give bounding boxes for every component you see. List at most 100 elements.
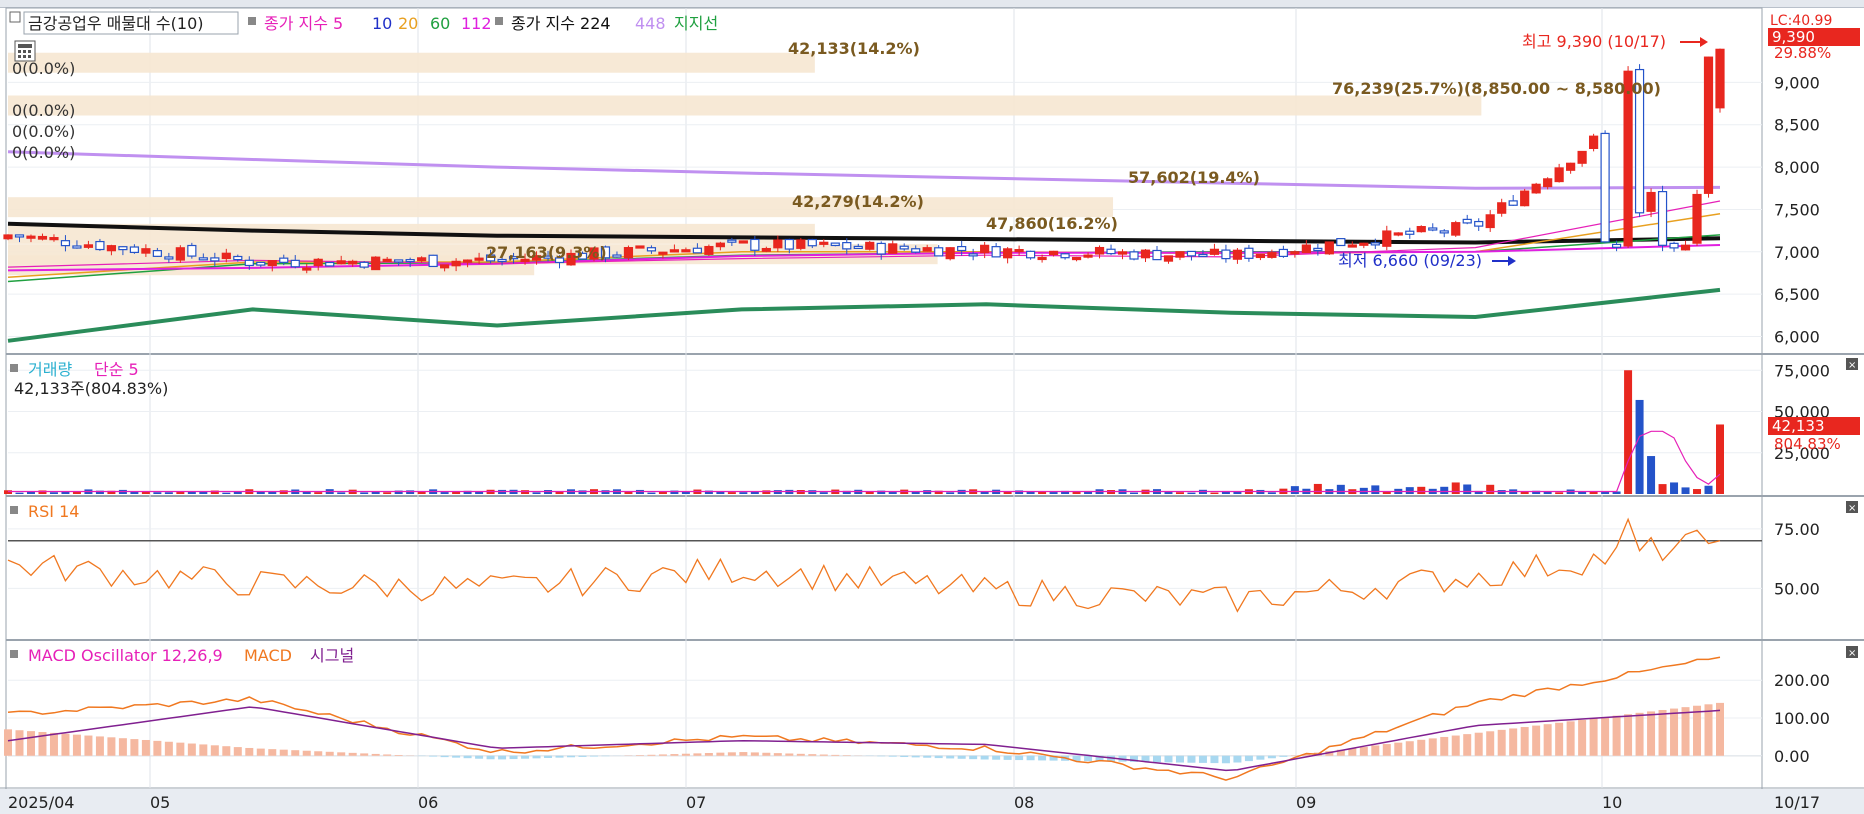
volume-bar — [1647, 456, 1656, 494]
candle-body — [371, 256, 381, 271]
macd-osc-bar — [888, 755, 897, 757]
macd-osc-bar — [1233, 755, 1242, 763]
candle-body — [635, 245, 645, 249]
legend-ma224[interactable]: 종가 지수 224 — [511, 14, 611, 33]
macd-osc-legend[interactable]: MACD Oscillator 12,26,9 — [28, 646, 223, 665]
candle-body — [440, 264, 450, 269]
macd-osc-bar — [1152, 755, 1161, 763]
macd-osc-bar — [681, 753, 690, 756]
macd-osc-bar — [1658, 709, 1667, 756]
legend-ma448[interactable]: 448 — [635, 14, 666, 33]
price-tick-label: 8,000 — [1774, 158, 1820, 177]
candle-body — [692, 247, 702, 254]
volume-bar — [1578, 491, 1587, 494]
volume-bar — [383, 492, 392, 494]
legend-bullet-icon — [10, 506, 18, 514]
candle-body — [1543, 178, 1553, 188]
macd-osc-bar — [440, 755, 449, 758]
macd-osc-bar — [118, 738, 127, 756]
candle-body — [37, 235, 48, 240]
macd-osc-bar — [1647, 711, 1656, 756]
candle-body — [1393, 232, 1403, 236]
volume-bar — [176, 492, 185, 494]
legend-ma20[interactable]: 20 — [398, 14, 418, 33]
legend-ma5[interactable]: 종가 지수 5 — [264, 14, 343, 33]
legend-ma10[interactable]: 10 — [372, 14, 392, 33]
macd-legend[interactable]: MACD — [244, 646, 292, 665]
candle-body — [761, 247, 771, 252]
candle-body — [175, 247, 185, 261]
macd-osc-bar — [429, 755, 438, 757]
rsi-legend[interactable]: RSI 14 — [28, 502, 79, 521]
candle-body — [1428, 227, 1438, 231]
close-panel-icon[interactable]: × — [1846, 646, 1858, 659]
candle-body — [658, 251, 668, 255]
candle-body — [612, 254, 622, 258]
macd-osc-bar — [589, 755, 598, 757]
candle-body — [945, 247, 955, 260]
macd-osc-bar — [84, 735, 93, 756]
candle-body — [646, 247, 657, 252]
macd-osc-bar — [463, 755, 472, 759]
chart-title[interactable]: 금강공업우 매물대 수(10) — [28, 14, 204, 33]
calculator-icon[interactable] — [14, 40, 36, 62]
macd-osc-bar — [1635, 712, 1644, 756]
macd-osc-bar — [1463, 734, 1472, 756]
macd-osc-bar — [544, 755, 553, 758]
candle-body — [957, 245, 967, 252]
macd-osc-bar — [716, 752, 725, 756]
macd-osc-bar — [693, 753, 702, 756]
candle-body — [991, 246, 1001, 258]
macd-osc-bar — [796, 753, 805, 756]
candle-body — [922, 247, 932, 252]
candle-body — [1416, 226, 1426, 233]
candle-body — [141, 248, 151, 254]
legend-toggle-icon[interactable] — [9, 11, 21, 23]
candle-body — [980, 244, 990, 254]
rsi-tick-label: 75.00 — [1774, 520, 1820, 539]
candle-body — [623, 247, 634, 259]
legend-support[interactable]: 지지선 — [674, 14, 718, 33]
macd-osc-bar — [1693, 705, 1702, 756]
candle-body — [1129, 251, 1139, 260]
candle-body — [187, 244, 197, 257]
date-axis-bg — [0, 789, 1864, 814]
macd-osc-bar — [1382, 744, 1391, 756]
candle-body — [1094, 246, 1105, 255]
macd-osc-bar — [1394, 742, 1403, 756]
volume-bar — [1463, 484, 1472, 494]
candle-body — [669, 249, 680, 253]
volume-bar — [624, 492, 633, 494]
candle-body — [1405, 230, 1415, 235]
rsi-tick-label: 50.00 — [1774, 579, 1820, 598]
candle-body — [1221, 249, 1231, 260]
volume-tick-label: 75,000 — [1774, 361, 1830, 380]
volume-bar — [647, 492, 656, 494]
candle-body — [1577, 150, 1587, 164]
volume-bar — [762, 490, 771, 494]
macd-osc-bar — [1624, 714, 1633, 756]
signal-legend[interactable]: 시그널 — [310, 646, 354, 665]
candle-body — [1359, 242, 1369, 246]
candle-body — [164, 256, 174, 260]
macd-osc-bar — [222, 746, 231, 756]
candle-body — [1278, 248, 1288, 258]
macd-osc-bar — [15, 730, 24, 756]
macd-osc-bar — [1003, 755, 1012, 760]
volume-legend-ma[interactable]: 단순 5 — [94, 360, 139, 379]
volume-bar — [1543, 491, 1552, 494]
macd-osc-bar — [555, 755, 564, 758]
macd-osc-bar — [1555, 722, 1564, 756]
candle-body — [348, 260, 358, 265]
candle-body — [26, 235, 36, 239]
volume-bar — [1601, 491, 1610, 494]
volume-profile-bar — [8, 197, 1114, 218]
volume-legend-title[interactable]: 거래량 — [28, 360, 72, 379]
volume-bar — [440, 492, 449, 494]
close-panel-icon[interactable]: × — [1846, 501, 1858, 514]
close-panel-icon[interactable]: × — [1846, 358, 1858, 371]
legend-ma60[interactable]: 60 — [430, 14, 450, 33]
legend-ma112[interactable]: 112 — [461, 14, 492, 33]
candle-body — [244, 259, 254, 267]
macd-osc-bar — [1601, 717, 1610, 756]
